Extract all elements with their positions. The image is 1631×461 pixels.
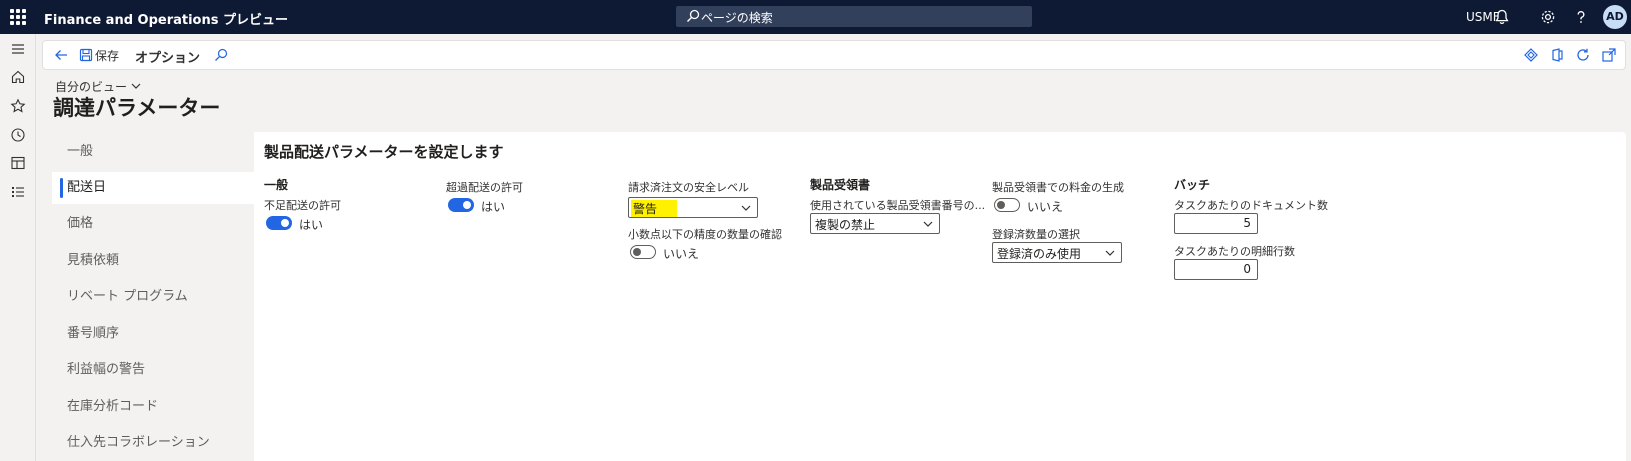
search-icon <box>687 9 700 22</box>
tab-number-sequences[interactable]: 番号順序 <box>52 318 254 350</box>
receipt-number-used-label: 使用されている製品受領書番号の... <box>810 199 986 212</box>
workspaces-icon[interactable] <box>10 155 26 171</box>
lines-per-task-label: タスクあたりの明細行数 <box>1174 245 1295 258</box>
options-tab[interactable]: オプション <box>135 47 200 66</box>
chevron-down-icon <box>923 221 933 227</box>
tab-margin-alerts[interactable]: 利益幅の警告 <box>52 354 254 386</box>
receipt-charges-toggle[interactable] <box>994 198 1020 212</box>
save-icon[interactable] <box>79 48 93 62</box>
page-search-input[interactable]: ページの検索 <box>676 6 1032 27</box>
receipt-number-used-select[interactable]: 複製の禁止 <box>810 213 940 234</box>
favorites-star-icon[interactable] <box>10 98 26 114</box>
power-apps-diamond-icon[interactable] <box>1523 47 1539 63</box>
top-bar: Finance and Operations プレビュー ページの検索 USMF… <box>0 0 1631 34</box>
open-new-window-icon[interactable] <box>1601 47 1617 63</box>
modules-list-icon[interactable] <box>10 184 26 200</box>
save-button[interactable]: 保存 <box>95 47 119 64</box>
decimal-check-value: いいえ <box>663 247 700 261</box>
underdelivery-toggle[interactable] <box>266 216 292 230</box>
invoice-security-value: 警告 <box>631 200 678 217</box>
underdelivery-label: 不足配送の許可 <box>264 199 341 212</box>
vertical-tabs: 一般 配送日 価格 見積依頼 リベート プログラム 番号順序 利益幅の警告 在庫… <box>52 132 254 461</box>
tab-vendor-collaboration[interactable]: 仕入先コラボレーション <box>52 427 254 459</box>
chevron-down-icon <box>741 205 751 211</box>
tab-inventory-dimensions[interactable]: 在庫分析コード <box>52 391 254 423</box>
lines-per-task-input[interactable]: 0 <box>1174 259 1258 280</box>
gear-icon[interactable] <box>1539 8 1557 26</box>
tab-price[interactable]: 価格 <box>52 208 254 240</box>
app-title[interactable]: Finance and Operations プレビュー <box>44 9 288 28</box>
find-search-icon[interactable] <box>213 47 229 63</box>
overdelivery-label: 超過配送の許可 <box>446 181 523 194</box>
refresh-icon[interactable] <box>1575 47 1591 63</box>
receipt-charges-label: 製品受領書での料金の生成 <box>992 181 1124 194</box>
overdelivery-value: はい <box>481 200 506 214</box>
app-launcher-icon[interactable] <box>10 9 26 25</box>
invoice-security-label: 請求済注文の安全レベル <box>628 181 749 194</box>
invoice-security-select[interactable]: 警告 <box>628 197 758 218</box>
section-title: 製品配送パラメーターを設定します <box>264 143 504 161</box>
chevron-down-icon <box>1105 250 1115 256</box>
tab-delivery[interactable]: 配送日 <box>52 172 254 204</box>
batch-group-label: バッチ <box>1174 178 1211 192</box>
tab-general[interactable]: 一般 <box>52 136 254 168</box>
action-pane: 保存 オプション <box>42 40 1626 70</box>
general-group-label: 一般 <box>264 178 289 192</box>
recent-clock-icon[interactable] <box>10 127 26 143</box>
nav-rail <box>0 34 36 461</box>
help-icon[interactable] <box>1572 8 1590 26</box>
docs-per-task-input[interactable]: 5 <box>1174 213 1258 234</box>
back-arrow-icon[interactable] <box>53 47 69 63</box>
chevron-down-icon[interactable] <box>130 80 142 92</box>
receipt-group-label: 製品受領書 <box>810 178 871 192</box>
decimal-check-label: 小数点以下の精度の数量の確認 <box>628 228 782 241</box>
registered-qty-label: 登録済数量の選択 <box>992 228 1080 241</box>
search-placeholder: ページの検索 <box>701 11 773 25</box>
bell-icon[interactable] <box>1493 8 1511 26</box>
home-icon[interactable] <box>10 69 26 85</box>
hamburger-menu-icon[interactable] <box>10 41 26 57</box>
decimal-check-toggle[interactable] <box>630 245 656 259</box>
receipt-charges-value: いいえ <box>1027 200 1064 214</box>
office-icon[interactable] <box>1549 47 1565 63</box>
docs-per-task-label: タスクあたりのドキュメント数 <box>1174 199 1328 212</box>
registered-qty-value: 登録済のみ使用 <box>997 247 1082 261</box>
registered-qty-select[interactable]: 登録済のみ使用 <box>992 242 1122 263</box>
overdelivery-toggle[interactable] <box>448 198 474 212</box>
avatar[interactable]: AD <box>1603 5 1627 29</box>
tab-rfq[interactable]: 見積依頼 <box>52 245 254 277</box>
receipt-number-used-value: 複製の禁止 <box>815 218 876 232</box>
tab-rebate-program[interactable]: リベート プログラム <box>52 281 254 313</box>
underdelivery-value: はい <box>299 218 324 232</box>
page-title: 調達パラメーター <box>53 96 221 120</box>
